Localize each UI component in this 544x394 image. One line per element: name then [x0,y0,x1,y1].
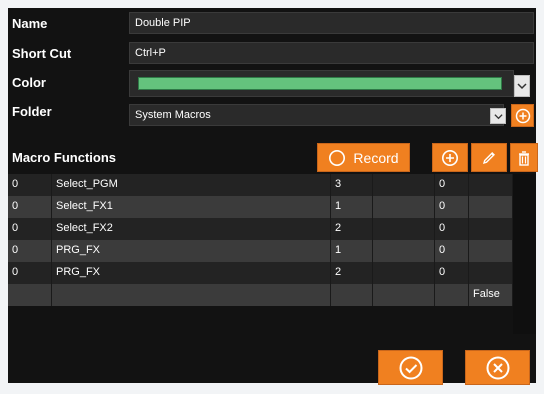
table-cell: 0 [8,218,52,240]
record-circle-icon [329,149,346,166]
table-cell: Select_FX1 [52,196,331,218]
record-label: Record [353,149,399,166]
table-cell [331,284,373,306]
table-cell: 3 [331,174,373,196]
table-cell [435,284,469,306]
table-cell: 2 [331,262,373,284]
table-scroll-area [513,174,536,334]
name-label: Name [12,16,48,31]
table-cell: Select_FX2 [52,218,331,240]
table-cell [52,284,331,306]
table-cell [373,196,435,218]
table-cell: 0 [435,174,469,196]
table-cell: 0 [8,196,52,218]
folder-dropdown-button[interactable] [490,108,506,124]
plus-circle-icon [515,108,530,123]
table-cell [373,262,435,284]
table-cell: 0 [8,262,52,284]
macro-functions-label: Macro Functions [12,150,117,165]
table-row[interactable]: 0 PRG_FX 1 0 [8,240,513,262]
color-label: Color [12,75,46,90]
table-cell [469,262,513,284]
table-cell: False [469,284,513,306]
name-value: Double PIP [135,17,191,29]
table-cell: 0 [8,174,52,196]
shortcut-field[interactable]: Ctrl+P [129,42,534,64]
x-circle-icon [486,356,509,379]
table-cell [373,218,435,240]
ok-button[interactable] [378,350,443,385]
record-button[interactable]: Record [317,143,410,172]
table-row[interactable]: 0 PRG_FX 2 0 [8,262,513,284]
add-folder-button[interactable] [511,104,534,127]
table-cell: 0 [435,240,469,262]
table-cell [373,240,435,262]
color-picker[interactable] [129,70,514,97]
table-cell: 1 [331,196,373,218]
name-field[interactable]: Double PIP [129,12,534,34]
table-cell [469,196,513,218]
color-dropdown-button[interactable] [514,75,530,97]
trash-icon [519,150,529,166]
table-cell: 0 [435,196,469,218]
shortcut-label: Short Cut [12,46,72,61]
table-cell: 1 [331,240,373,262]
folder-label: Folder [12,104,52,119]
folder-value: System Macros [135,109,211,121]
table-cell [373,284,435,306]
table-cell [8,284,52,306]
pencil-icon [482,151,495,164]
macro-editor-dialog: Name Double PIP Short Cut Ctrl+P Color F… [8,8,538,385]
table-cell [373,174,435,196]
table-cell: 0 [435,262,469,284]
table-cell [469,218,513,240]
table-row[interactable]: 0 Select_FX2 2 0 [8,218,513,240]
table-cell: Select_PGM [52,174,331,196]
color-swatch [138,77,502,90]
delete-step-button[interactable] [510,143,538,172]
table-row[interactable]: 0 Select_PGM 3 0 [8,174,513,196]
add-step-button[interactable] [432,143,468,172]
shortcut-value: Ctrl+P [135,47,166,59]
table-row[interactable]: 0 Select_FX1 1 0 [8,196,513,218]
chevron-down-icon [493,113,503,119]
table-cell: PRG_FX [52,240,331,262]
table-cell: 0 [435,218,469,240]
table-row[interactable]: False [8,284,513,306]
table-cell [469,174,513,196]
table-cell: 0 [8,240,52,262]
table-cell [469,240,513,262]
table-cell: PRG_FX [52,262,331,284]
plus-circle-icon [442,149,458,166]
edit-step-button[interactable] [471,143,507,172]
cancel-button[interactable] [465,350,530,385]
table-cell: 2 [331,218,373,240]
check-circle-icon [399,356,422,379]
folder-select[interactable]: System Macros [129,104,504,126]
chevron-down-icon [517,83,527,90]
